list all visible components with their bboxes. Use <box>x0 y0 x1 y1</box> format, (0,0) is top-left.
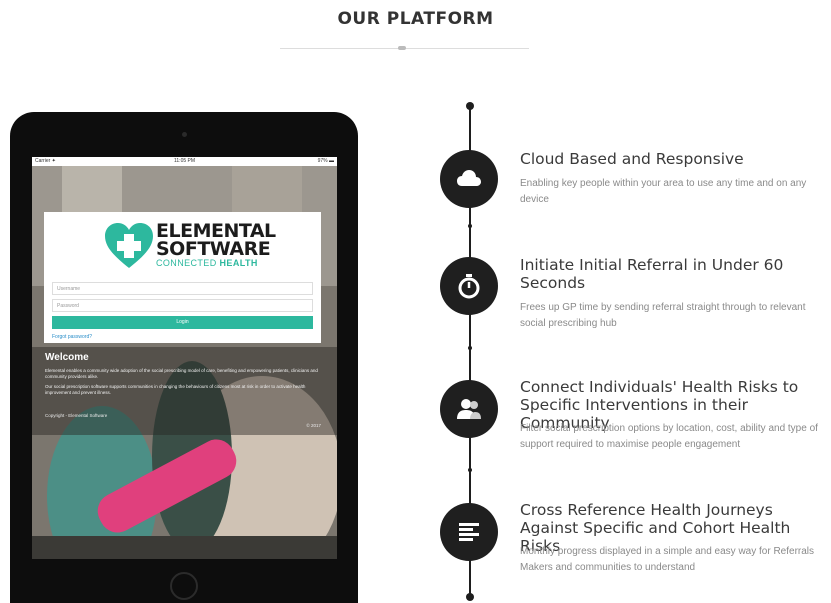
section-title: OUR PLATFORM <box>337 9 494 29</box>
welcome-title: Welcome <box>45 352 89 363</box>
password-input[interactable]: Password <box>52 299 313 312</box>
login-card: ELEMENTAL SOFTWARE CONNECTED HEALTH User… <box>44 212 321 343</box>
timeline-dot-top <box>466 102 474 110</box>
logo-tagline-connected: CONNECTED <box>156 258 217 268</box>
ios-status-bar: Carrier ✦ 11:05 PM 97% ▬ <box>32 157 337 166</box>
feature-title: Initiate Initial Referral in Under 60 Se… <box>520 256 784 292</box>
status-battery: 97% ▬ <box>317 158 334 164</box>
feature-icon-circle <box>440 150 498 208</box>
logo-tagline: CONNECTED HEALTH <box>156 258 258 268</box>
feature-icon-circle <box>440 257 498 315</box>
heart-cross-logo-icon <box>105 223 153 268</box>
tablet-screen: Carrier ✦ 11:05 PM 97% ▬ ELEMENTAL SOFTW… <box>32 157 337 559</box>
feature-icon-circle <box>440 503 498 561</box>
cloud-icon <box>457 170 481 186</box>
welcome-panel: Welcome Elemental enables a community wi… <box>32 347 337 435</box>
feature-description: Enabling key people within your area to … <box>520 178 807 205</box>
status-time: 11:05 PM <box>173 158 196 164</box>
tablet-mockup: Carrier ✦ 11:05 PM 97% ▬ ELEMENTAL SOFTW… <box>10 112 358 603</box>
welcome-paragraph-1: Elemental enables a community wide adopt… <box>45 368 318 379</box>
people-icon <box>457 399 481 419</box>
login-button[interactable]: Login <box>52 316 313 329</box>
feature-description: Monthly progress displayed in a simple a… <box>520 546 815 573</box>
logo-title-line2: SOFTWARE <box>156 238 271 260</box>
feature-title: Cloud Based and Responsive <box>520 150 744 168</box>
welcome-copyright: Copyright - Elemental Software <box>45 413 108 418</box>
welcome-paragraph-2: Our social prescription software support… <box>45 384 306 395</box>
logo-title: ELEMENTAL SOFTWARE <box>156 222 276 260</box>
logo-tagline-health: HEALTH <box>219 258 258 268</box>
tablet-camera <box>182 132 187 137</box>
feature-description: Frees up GP time by sending referral str… <box>520 302 806 329</box>
feature-icon-circle <box>440 380 498 438</box>
welcome-year: © 2017 <box>306 423 321 428</box>
timeline-dot <box>468 224 472 228</box>
timeline-dot <box>468 346 472 350</box>
username-input[interactable]: Username <box>52 282 313 295</box>
feature-description: Filter social prescription options by lo… <box>520 423 818 450</box>
forgot-password-link[interactable]: Forgot password? <box>52 334 92 340</box>
divider-ornament <box>398 46 406 50</box>
timeline-dot-bottom <box>466 593 474 601</box>
text-lines-icon <box>459 523 479 541</box>
tablet-home-button <box>170 572 198 600</box>
stopwatch-icon <box>458 274 480 299</box>
timeline-dot <box>468 468 472 472</box>
